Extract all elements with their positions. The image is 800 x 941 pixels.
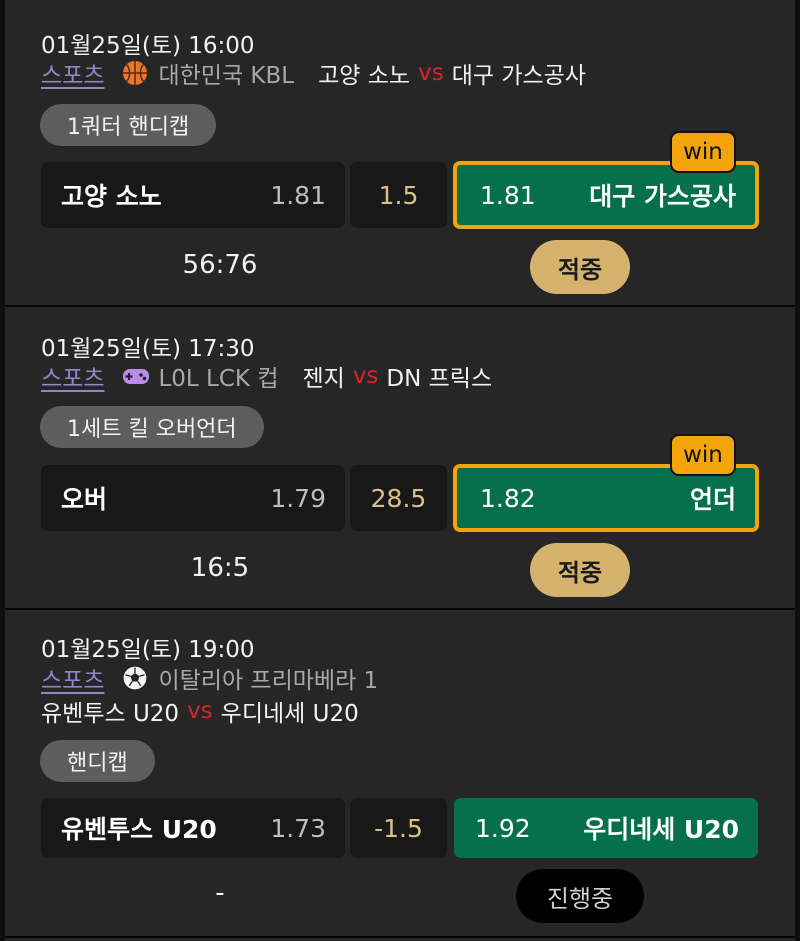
final-score: 56:76 [182,250,258,280]
home-odds: 1.79 [270,483,326,513]
bet-info-line: 스포츠 L0L LCK 컵 젠지 vs DN 프릭스 [41,359,492,393]
away-team: 대구 가스공사 [451,63,586,89]
away-pick-name: 언더 [689,485,736,514]
bet-datetime: 01월25일(토) 19:00 [41,637,255,663]
basketball-icon [122,60,148,86]
sports-link[interactable]: 스포츠 [41,359,104,393]
home-team: 유벤투스 U20 [41,701,180,727]
home-pick-box: 오버 1.79 [41,465,345,531]
home-pick-box: 유벤투스 U20 1.73 [41,798,345,858]
away-odds: 1.92 [475,813,531,843]
ou-line: 28.5 [350,465,447,531]
bet-history-list: 01월25일(토) 16:00 스포츠 대한민국 KBL 고양 소노 vs 대구… [5,0,795,941]
bet-datetime: 01월25일(토) 16:00 [41,33,255,59]
bet-card: 01월25일(토) 19:00 스포츠 이탈리아 프리마베라 1 유벤투스 U2… [5,610,795,938]
result-badge-in-progress: 진행중 [516,869,644,923]
away-odds: 1.81 [480,180,536,210]
market-badge: 1세트 킬 오버언더 [40,406,264,448]
home-odds: 1.81 [270,180,326,210]
win-badge: win [670,131,736,173]
away-team: 우디네세 U20 [220,701,359,727]
sports-link[interactable]: 스포츠 [41,661,104,695]
away-odds: 1.82 [480,483,536,513]
league-name: L0L LCK 컵 [158,366,279,392]
bet-info-line: 스포츠 대한민국 KBL 고양 소노 vs 대구 가스공사 [41,56,586,90]
bet-card: 01월25일(토) 17:30 스포츠 L0L LCK 컵 젠지 vs DN 프… [5,307,795,609]
away-team: DN 프릭스 [386,366,493,392]
vs-label: vs [187,698,213,724]
league-name: 이탈리아 프리마베라 1 [158,668,379,694]
vs-label: vs [418,60,444,86]
bet-datetime: 01월25일(토) 17:30 [41,336,255,362]
home-pick-name: 유벤투스 U20 [61,815,217,844]
sports-link[interactable]: 스포츠 [41,56,104,90]
away-pick-name: 우디네세 U20 [583,815,739,844]
divider [5,936,795,938]
away-pick-box-selected: 1.92 우디네세 U20 [454,798,758,858]
market-badge: 핸디캡 [40,740,155,782]
home-team: 고양 소노 [318,63,411,89]
match-line: 유벤투스 U20 vs 우디네세 U20 [41,694,359,728]
handicap-line: -1.5 [350,798,447,858]
final-score: 16:5 [190,553,250,583]
bet-card: 01월25일(토) 16:00 스포츠 대한민국 KBL 고양 소노 vs 대구… [5,0,795,306]
vs-label: vs [352,363,379,389]
home-pick-name: 고양 소노 [61,182,162,211]
home-pick-name: 오버 [61,485,108,514]
win-badge: win [670,434,736,476]
home-pick-box: 고양 소노 1.81 [41,162,345,228]
home-team: 젠지 [302,366,345,392]
home-odds: 1.73 [270,813,326,843]
away-pick-name: 대구 가스공사 [589,182,736,211]
soccer-ball-icon [122,665,149,691]
result-badge-hit: 적중 [530,543,630,597]
result-badge-hit: 적중 [530,240,630,294]
bet-info-line: 스포츠 이탈리아 프리마베라 1 [41,661,402,695]
market-badge: 1쿼터 핸디캡 [40,104,217,146]
gamepad-icon [122,363,150,389]
handicap-line: 1.5 [350,162,447,228]
final-score: - [215,878,225,908]
league-name: 대한민국 KBL [158,63,295,89]
